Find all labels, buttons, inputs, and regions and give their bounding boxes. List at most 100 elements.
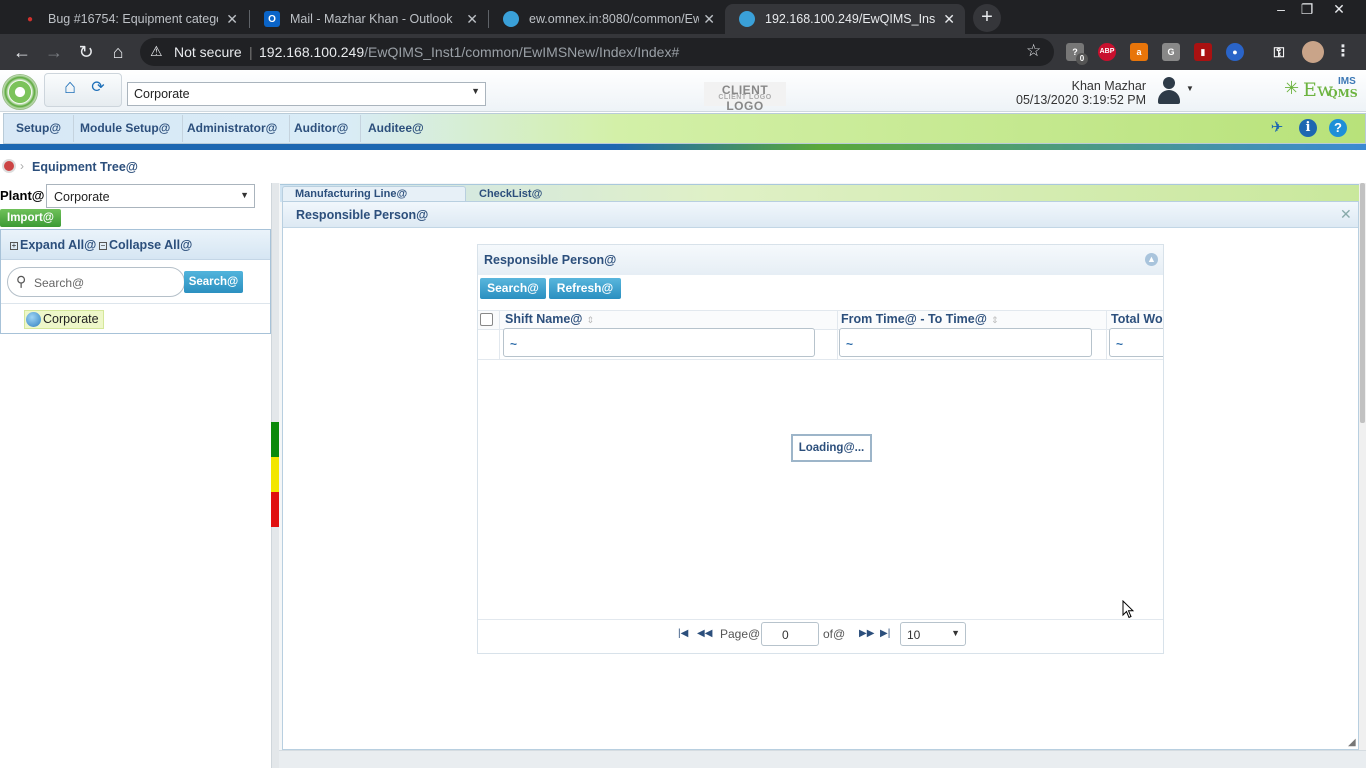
url-text[interactable]: 192.168.100.249/EwQIMS_Inst1/common/EwIM… xyxy=(259,44,679,60)
column-divider xyxy=(837,311,838,359)
refresh-icon[interactable]: ⟳ xyxy=(88,78,108,98)
pdf-extension-icon[interactable]: ▮ xyxy=(1194,43,1212,61)
client-logo-subtext: CLIENT LOGO xyxy=(718,94,772,101)
first-page-icon[interactable]: |◀ xyxy=(678,628,688,639)
close-icon[interactable]: ✕ xyxy=(1340,206,1352,223)
forward-icon[interactable]: → xyxy=(42,40,66,64)
page-size-select[interactable]: 10 ▼ xyxy=(900,622,966,646)
page-label: Page@ xyxy=(720,627,761,641)
breadcrumb-current: Equipment Tree@ xyxy=(32,160,138,174)
brand-star-icon: ✳ xyxy=(1284,78,1300,98)
tree-plant-select[interactable]: Corporate ▼ xyxy=(46,184,255,208)
column-header-total-work[interactable]: Total Wo xyxy=(1111,312,1163,326)
next-page-icon[interactable]: ▶▶ xyxy=(859,628,874,639)
browser-tab-active[interactable]: 192.168.100.249/EwQIMS_Inst1/c ✕ xyxy=(725,4,965,34)
grid-refresh-button[interactable]: Refresh@ xyxy=(549,278,621,299)
page-of-label: of@ xyxy=(823,627,846,641)
back-icon[interactable]: ← xyxy=(10,40,34,64)
tree-search-button[interactable]: Search@ xyxy=(184,271,243,293)
browser-tab-omnex[interactable]: ew.omnex.in:8080/common/EwIM ✕ xyxy=(489,4,725,34)
plant-select[interactable]: Corporate ▼ xyxy=(127,82,486,106)
close-tab-icon[interactable]: ✕ xyxy=(226,11,238,28)
new-tab-button[interactable]: + xyxy=(973,4,1001,32)
menu-module-setup[interactable]: Module Setup@ xyxy=(68,115,184,142)
key-icon[interactable]: ⚿ xyxy=(1270,43,1288,61)
tree-node-corporate[interactable]: Corporate xyxy=(24,310,104,329)
brand-ims: IMS xyxy=(1338,76,1356,87)
user-menu-chevron-icon[interactable]: ▼ xyxy=(1186,84,1194,93)
reload-icon[interactable]: ↻ xyxy=(74,40,98,64)
bookmark-star-icon[interactable]: ☆ xyxy=(1026,41,1041,61)
filter-total-work[interactable]: ~ xyxy=(1109,328,1163,357)
column-label: Total Wo xyxy=(1111,312,1163,326)
loading-indicator: Loading@... xyxy=(791,434,872,462)
browser-tab-outlook[interactable]: O Mail - Mazhar Khan - Outlook ✕ xyxy=(250,4,488,34)
tree-search-input[interactable]: ⚲ Search@ xyxy=(7,267,185,297)
collapse-grid-icon[interactable]: ▲ xyxy=(1145,253,1158,266)
grid-title: Responsible Person@ xyxy=(484,253,617,267)
app-logo[interactable] xyxy=(2,74,38,110)
minimize-icon[interactable]: – xyxy=(1268,0,1294,18)
close-tab-icon[interactable]: ✕ xyxy=(466,11,478,28)
user-avatar-icon[interactable] xyxy=(1155,75,1183,105)
select-all-checkbox[interactable] xyxy=(480,313,493,326)
close-tab-icon[interactable]: ✕ xyxy=(703,11,715,28)
page-number-input[interactable]: 0 xyxy=(761,622,819,646)
dialog-header xyxy=(283,202,1358,228)
restore-icon[interactable]: ❐ xyxy=(1294,0,1320,18)
extension-g-icon[interactable]: G xyxy=(1162,43,1180,61)
collapse-icon: − xyxy=(99,241,107,250)
url-path: /EwQIMS_Inst1/common/EwIMSNew/Index/Inde… xyxy=(364,44,680,60)
import-button[interactable]: Import@ xyxy=(0,209,61,227)
home-icon[interactable]: ⌂ xyxy=(58,76,82,100)
tab-title: Bug #16754: Equipment category xyxy=(48,12,218,26)
previous-page-icon[interactable]: ◀◀ xyxy=(697,628,712,639)
pin-icon[interactable]: ✈ xyxy=(1268,119,1286,137)
tab-manufacturing-line-master[interactable]: Manufacturing Line@ Master@ xyxy=(282,186,466,202)
close-window-icon[interactable]: ✕ xyxy=(1326,0,1352,18)
menu-setup[interactable]: Setup@ xyxy=(4,115,75,142)
profile-avatar[interactable] xyxy=(1302,41,1324,63)
expand-all-button[interactable]: + Expand All@ xyxy=(10,238,96,252)
extension-a-icon[interactable]: a xyxy=(1130,43,1148,61)
menu-auditor[interactable]: Auditor@ xyxy=(282,115,362,142)
close-tab-icon[interactable]: ✕ xyxy=(943,11,955,28)
browser-tab-bug[interactable]: ● Bug #16754: Equipment category ✕ xyxy=(8,4,248,34)
plant-select-value: Corporate xyxy=(134,87,190,101)
menu-auditee[interactable]: Auditee@ xyxy=(356,115,436,142)
plant-label: Plant@ xyxy=(0,188,45,203)
info-icon[interactable]: i xyxy=(1299,119,1317,137)
header-icon-group xyxy=(44,73,122,107)
scrollbar-thumb[interactable] xyxy=(1360,183,1365,423)
page-size-value: 10 xyxy=(907,628,921,642)
resize-handle-icon[interactable]: ◢ xyxy=(1348,737,1356,748)
filter-from-to-time[interactable]: ~ xyxy=(839,328,1092,357)
grid-search-button[interactable]: Search@ xyxy=(480,278,546,299)
last-page-icon[interactable]: ▶| xyxy=(880,628,890,639)
extension-circle-icon[interactable]: ● xyxy=(1226,43,1244,61)
adblock-icon[interactable]: ABP xyxy=(1098,43,1116,61)
expand-all-label: Expand All@ xyxy=(20,238,97,252)
tab-checklist[interactable]: CheckList@ xyxy=(466,186,554,202)
status-yellow-indicator xyxy=(271,457,279,492)
menu-administrator[interactable]: Administrator@ xyxy=(175,115,291,142)
filter-shift-name[interactable]: ~ xyxy=(503,328,815,357)
column-divider xyxy=(1106,311,1107,359)
vertical-scrollbar[interactable] xyxy=(1359,183,1366,750)
help-icon[interactable]: ? xyxy=(1329,119,1347,137)
browser-menu-icon[interactable]: ⋮ xyxy=(1334,43,1352,61)
breadcrumb-separator: › xyxy=(20,159,24,173)
home-icon[interactable]: ⌂ xyxy=(106,40,130,64)
column-header-from-to-time[interactable]: From Time@ - To Time@ ⇕ xyxy=(841,312,1106,326)
security-label[interactable]: Not secure xyxy=(174,44,242,60)
breadcrumb-home-icon[interactable] xyxy=(2,159,16,173)
chevron-down-icon: ▼ xyxy=(240,190,249,200)
expand-icon: + xyxy=(10,241,18,250)
status-green-indicator xyxy=(271,422,279,457)
url-host: 192.168.100.249 xyxy=(259,44,365,60)
collapse-all-button[interactable]: − Collapse All@ xyxy=(99,238,192,252)
sort-icon: ⇕ xyxy=(586,315,595,325)
tab-title: Mail - Mazhar Khan - Outlook xyxy=(290,12,453,26)
column-header-shift-name[interactable]: Shift Name@ ⇕ xyxy=(505,312,835,326)
column-divider xyxy=(499,311,500,359)
